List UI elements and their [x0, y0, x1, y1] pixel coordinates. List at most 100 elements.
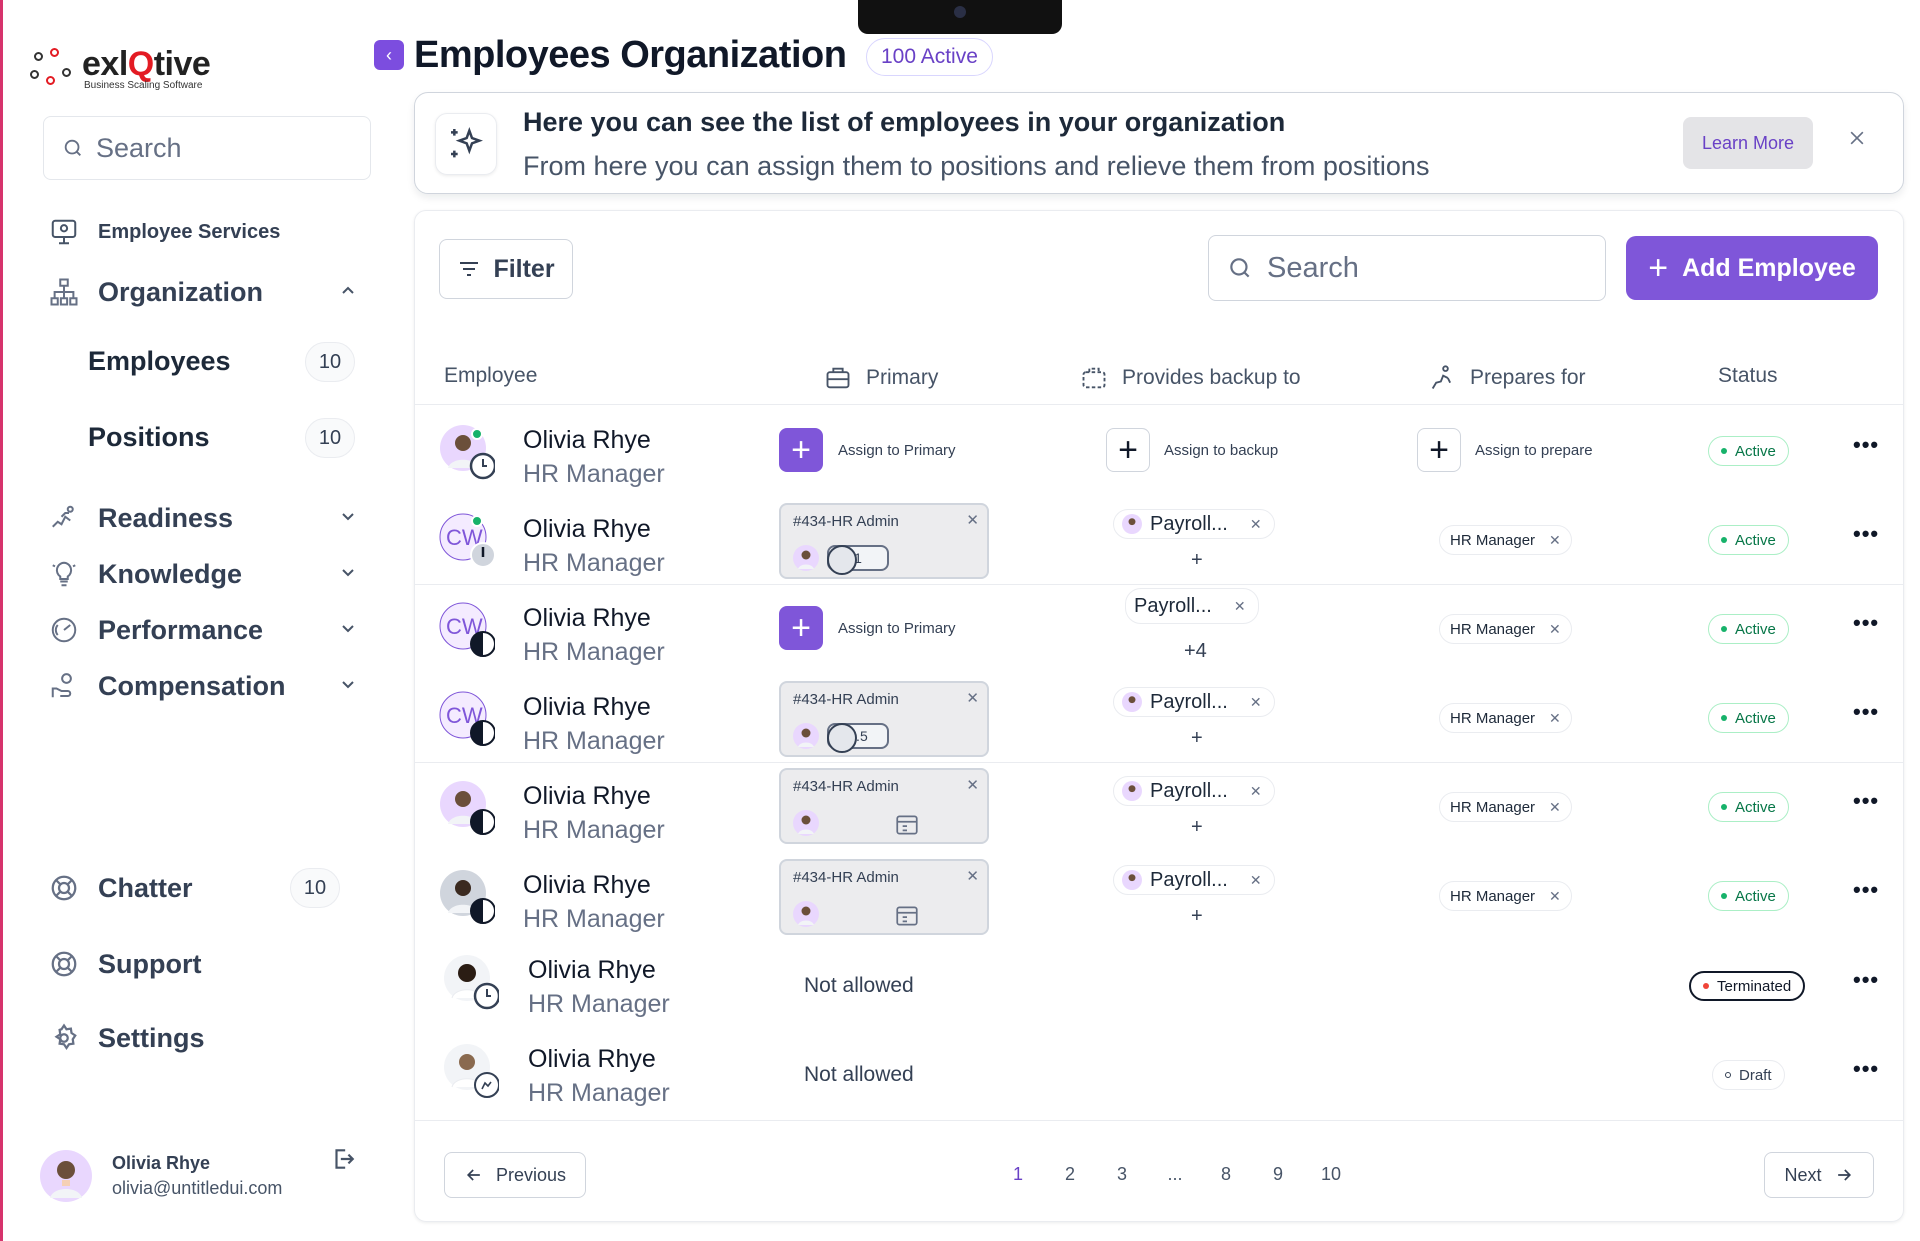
close-icon[interactable]: ✕ [1549, 799, 1561, 816]
more-options-icon[interactable]: ••• [1853, 610, 1879, 636]
learn-more-button[interactable]: Learn More [1683, 117, 1813, 169]
employee-name[interactable]: Olivia Rhye [528, 956, 656, 985]
chevron-down-icon[interactable] [338, 671, 358, 702]
column-header-prepares[interactable]: Prepares for [1428, 364, 1586, 392]
table-row[interactable]: CW Olivia Rhye HR Manager #434-HR Admin … [415, 673, 1903, 762]
column-header-backup[interactable]: Provides backup to [1080, 364, 1301, 392]
table-row[interactable]: Olivia Rhye HR Manager + Assign to Prima… [415, 406, 1903, 495]
chevron-down-icon[interactable] [338, 559, 358, 590]
prepares-chip[interactable]: HR Manager ✕ [1439, 881, 1572, 911]
chevron-down-icon[interactable] [338, 615, 358, 646]
add-more-backup[interactable]: + [1191, 816, 1203, 839]
employee-name[interactable]: Olivia Rhye [523, 782, 651, 811]
page-number[interactable]: 9 [1263, 1164, 1293, 1185]
add-more-backup[interactable]: + [1191, 727, 1203, 750]
page-number[interactable]: 2 [1055, 1164, 1085, 1185]
assign-backup-button[interactable]: + [1106, 428, 1150, 472]
prepares-chip[interactable]: HR Manager ✕ [1439, 525, 1572, 555]
sidebar-subitem-employees[interactable]: Employees [88, 346, 231, 377]
sidebar-item-employee-services[interactable]: Employee Services [48, 216, 368, 248]
primary-position-card[interactable]: #434-HR Admin ✕ [779, 859, 989, 935]
primary-position-card[interactable]: #434-HR Admin ✕ 0.5 [779, 681, 989, 757]
primary-position-card[interactable]: #434-HR Admin ✕ 1 [779, 503, 989, 579]
fte-toggle[interactable]: 1 [827, 545, 889, 575]
table-row[interactable]: CW Olivia Rhye HR Manager #434-HR Admin … [415, 495, 1903, 584]
backup-chip[interactable]: Payroll... ✕ [1113, 865, 1275, 895]
employee-name[interactable]: Olivia Rhye [523, 871, 651, 900]
layout-icon[interactable] [893, 903, 921, 929]
remove-position-icon[interactable]: ✕ [966, 511, 979, 529]
prepares-chip[interactable]: HR Manager ✕ [1439, 703, 1572, 733]
close-icon[interactable] [1847, 127, 1867, 155]
more-options-icon[interactable]: ••• [1853, 788, 1879, 814]
column-header-employee[interactable]: Employee [444, 364, 537, 388]
backup-chip[interactable]: Payroll... ✕ [1113, 509, 1275, 539]
add-more-backup[interactable]: + [1191, 549, 1203, 572]
close-icon[interactable]: ✕ [1250, 872, 1262, 889]
add-more-backup[interactable]: + [1191, 905, 1203, 928]
more-options-icon[interactable]: ••• [1853, 967, 1879, 993]
table-row[interactable]: CW Olivia Rhye HR Manager + Assign to Pr… [415, 584, 1903, 673]
close-icon[interactable]: ✕ [1250, 783, 1262, 800]
close-icon[interactable]: ✕ [1250, 694, 1262, 711]
sidebar-item-support[interactable]: Support [48, 948, 368, 980]
assign-prepare-button[interactable]: + [1417, 428, 1461, 472]
assign-primary-button[interactable]: + [779, 606, 823, 650]
page-number[interactable]: 10 [1316, 1164, 1346, 1185]
more-options-icon[interactable]: ••• [1853, 877, 1879, 903]
collapse-sidebar-button[interactable]: ‹ [374, 40, 404, 70]
employee-name[interactable]: Olivia Rhye [523, 693, 651, 722]
page-number[interactable]: 1 [1003, 1164, 1033, 1185]
page-number[interactable]: 8 [1211, 1164, 1241, 1185]
close-icon[interactable]: ✕ [1549, 888, 1561, 905]
close-icon[interactable]: ✕ [1549, 621, 1561, 638]
table-search-input[interactable]: Search [1208, 235, 1606, 301]
backup-chip[interactable]: Payroll... ✕ [1125, 588, 1259, 624]
fte-toggle[interactable]: 0.5 [827, 723, 889, 753]
close-icon[interactable]: ✕ [1250, 516, 1262, 533]
more-options-icon[interactable]: ••• [1853, 521, 1879, 547]
user-profile[interactable]: Olivia Rhye olivia@untitledui.com [40, 1150, 282, 1202]
table-row[interactable]: Olivia Rhye HR Manager #434-HR Admin ✕ P… [415, 851, 1903, 940]
remove-position-icon[interactable]: ✕ [966, 776, 979, 794]
table-row[interactable]: Olivia Rhye HR Manager #434-HR Admin ✕ P… [415, 762, 1903, 851]
sidebar-search-input[interactable]: Search [43, 116, 371, 180]
more-options-icon[interactable]: ••• [1853, 1056, 1879, 1082]
remove-position-icon[interactable]: ✕ [966, 689, 979, 707]
page-number[interactable]: 3 [1107, 1164, 1137, 1185]
employee-name[interactable]: Olivia Rhye [523, 515, 651, 544]
sidebar-item-readiness[interactable]: Readiness [48, 502, 368, 534]
chevron-up-icon[interactable] [338, 277, 358, 308]
sidebar-item-performance[interactable]: Performance [48, 614, 368, 646]
layout-icon[interactable] [893, 812, 921, 838]
next-page-button[interactable]: Next [1764, 1152, 1874, 1198]
close-icon[interactable]: ✕ [1549, 532, 1561, 549]
table-row[interactable]: Olivia Rhye HR Manager Not allowed Termi… [415, 940, 1903, 1029]
assign-primary-button[interactable]: + [779, 428, 823, 472]
employee-name[interactable]: Olivia Rhye [528, 1045, 656, 1074]
sidebar-item-organization[interactable]: Organization [48, 276, 368, 308]
close-icon[interactable]: ✕ [1549, 710, 1561, 727]
remove-position-icon[interactable]: ✕ [966, 867, 979, 885]
backup-chip[interactable]: Payroll... ✕ [1113, 776, 1275, 806]
prepares-chip[interactable]: HR Manager ✕ [1439, 614, 1572, 644]
sidebar-item-compensation[interactable]: Compensation [48, 670, 368, 702]
table-row[interactable]: Olivia Rhye HR Manager Not allowed Draft… [415, 1029, 1903, 1118]
sidebar-item-settings[interactable]: Settings [48, 1022, 368, 1054]
sidebar-subitem-positions[interactable]: Positions [88, 422, 210, 453]
more-options-icon[interactable]: ••• [1853, 699, 1879, 725]
sidebar-item-knowledge[interactable]: Knowledge [48, 558, 368, 590]
employee-name[interactable]: Olivia Rhye [523, 604, 651, 633]
employee-name[interactable]: Olivia Rhye [523, 426, 651, 455]
chevron-down-icon[interactable] [338, 503, 358, 534]
close-icon[interactable]: ✕ [1234, 598, 1246, 615]
add-employee-button[interactable]: + Add Employee [1626, 236, 1878, 300]
prepares-chip[interactable]: HR Manager ✕ [1439, 792, 1572, 822]
column-header-primary[interactable]: Primary [824, 364, 938, 392]
logo[interactable]: exlQtive Business Scaling Software [30, 46, 211, 91]
backup-chip[interactable]: Payroll... ✕ [1113, 687, 1275, 717]
previous-page-button[interactable]: Previous [444, 1152, 586, 1198]
logout-icon[interactable] [330, 1146, 356, 1177]
more-backups-count[interactable]: +4 [1184, 640, 1207, 663]
column-header-status[interactable]: Status [1718, 364, 1778, 388]
